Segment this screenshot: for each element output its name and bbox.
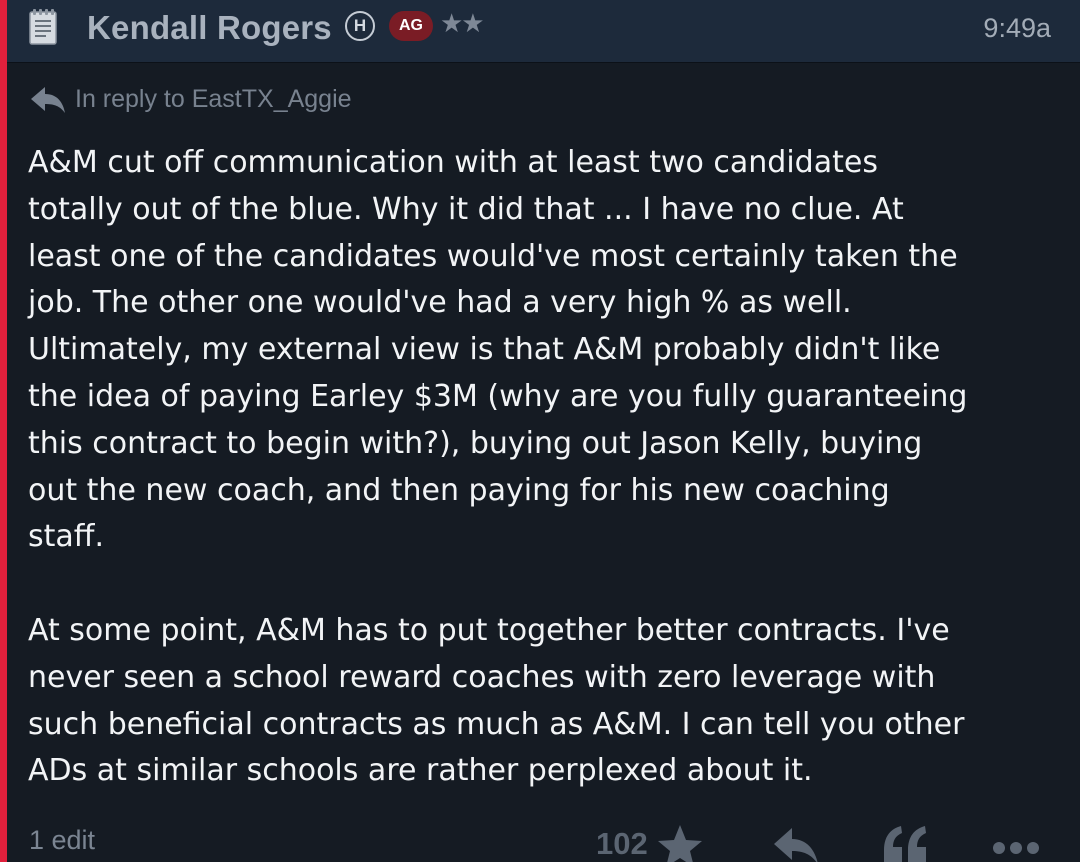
reply-icon[interactable]: [773, 826, 819, 862]
post-header: Kendall Rogers H AG ★★ 9:49a: [7, 0, 1080, 63]
post-body: A&M cut off communication with at least …: [28, 140, 1068, 795]
forum-post: Kendall Rogers H AG ★★ 9:49a In reply to…: [0, 0, 1080, 862]
author-name[interactable]: Kendall Rogers: [87, 9, 332, 47]
edit-count[interactable]: 1 edit: [29, 825, 95, 856]
document-icon[interactable]: [28, 9, 58, 45]
post-time: 9:49a: [983, 13, 1051, 43]
post-footer: 1 edit 102: [0, 818, 1080, 862]
quote-icon[interactable]: [882, 826, 928, 862]
post-paragraph: At some point, A&M has to put together b…: [28, 612, 965, 789]
like-count: 102: [596, 826, 648, 861]
star-icon[interactable]: [657, 824, 703, 862]
reply-arrow-icon: [31, 87, 65, 113]
unread-accent-bar: [0, 0, 7, 862]
ag-badge: AG: [389, 11, 433, 41]
more-options-icon[interactable]: [992, 840, 1040, 856]
h-badge: H: [345, 11, 375, 41]
post-paragraph: A&M cut off communication with at least …: [28, 145, 968, 555]
rating-stars: ★★: [440, 8, 485, 38]
reply-to-label: In reply to EastTX_Aggie: [75, 85, 352, 113]
